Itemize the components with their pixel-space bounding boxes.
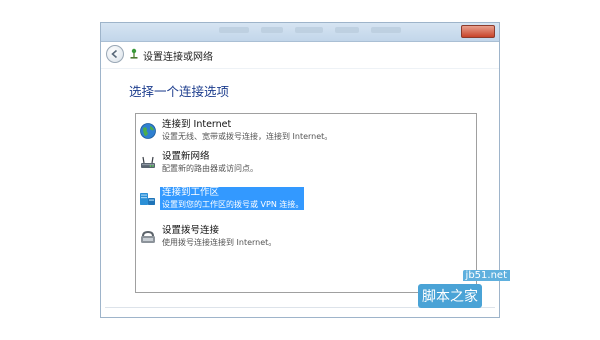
- globe-icon: [140, 123, 156, 139]
- window-close-button[interactable]: [461, 25, 495, 38]
- back-arrow-icon[interactable]: [106, 45, 124, 63]
- connection-options-list: 连接到 Internet 设置无线、宽带或拨号连接，连接到 Internet。 …: [135, 113, 477, 293]
- option-title: 连接到工作区: [162, 187, 220, 198]
- option-title: 连接到 Internet: [162, 119, 232, 130]
- phone-icon: [141, 231, 155, 243]
- network-icon: [130, 48, 138, 59]
- router-icon: [141, 156, 155, 168]
- option-description: 设置到您的工作区的拨号或 VPN 连接。: [162, 200, 304, 209]
- workplace-icon: [140, 193, 155, 205]
- option-connect-internet[interactable]: 连接到 Internet 设置无线、宽带或拨号连接，连接到 Internet。: [136, 118, 476, 144]
- watermark-brand: 脚本之家: [418, 284, 482, 308]
- title-bar-background: [219, 27, 401, 33]
- option-title: 设置拨号连接: [162, 225, 220, 236]
- option-description: 设置无线、宽带或拨号连接，连接到 Internet。: [162, 132, 333, 141]
- page-heading: 选择一个连接选项: [129, 84, 230, 99]
- title-bar[interactable]: [101, 23, 499, 42]
- window-title: 设置连接或网络: [143, 52, 213, 63]
- watermark-site: jb51.net: [462, 270, 510, 281]
- watermark: jb51.net 脚本之家: [418, 270, 510, 314]
- option-connect-workplace[interactable]: 连接到工作区 设置到您的工作区的拨号或 VPN 连接。: [136, 186, 476, 212]
- option-description: 配置新的路由器或访问点。: [162, 164, 258, 173]
- option-setup-dialup[interactable]: 设置拨号连接 使用拨号连接连接到 Internet。: [136, 224, 476, 250]
- option-description: 使用拨号连接连接到 Internet。: [162, 238, 277, 247]
- option-title: 设置新网络: [162, 151, 210, 162]
- navigation-bar: 设置连接或网络: [101, 42, 499, 69]
- option-setup-network[interactable]: 设置新网络 配置新的路由器或访问点。: [136, 150, 476, 176]
